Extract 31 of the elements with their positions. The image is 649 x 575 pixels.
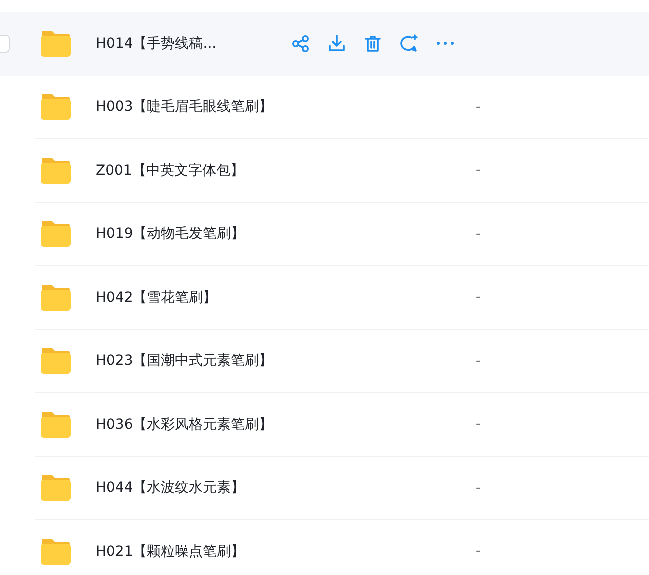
folder-name[interactable]: H003【睫毛眉毛眼线笔刷】	[96, 98, 396, 116]
column-value: -	[476, 480, 481, 496]
column-value: -	[476, 544, 481, 560]
share-button[interactable]	[290, 32, 312, 55]
more-icon	[436, 42, 454, 46]
share-icon	[291, 34, 311, 54]
column-value: -	[476, 163, 481, 178]
folder-name[interactable]: H044【水波纹水元素】	[96, 479, 396, 498]
folder-icon	[40, 156, 72, 185]
folder-icon	[40, 538, 72, 566]
column-value: -	[476, 417, 481, 432]
delete-icon	[363, 34, 383, 54]
download-icon	[327, 34, 347, 54]
folder-name[interactable]: H042【雪花笔刷】	[96, 288, 396, 307]
folder-name[interactable]: H021【颗粒噪点笔刷】	[96, 542, 396, 561]
folder-name[interactable]: Z001【中英文字体包】	[96, 162, 396, 180]
folder-icon	[40, 474, 72, 502]
folder-name[interactable]: H014【手势线稿...	[96, 34, 276, 53]
folder-icon	[40, 347, 72, 376]
folder-icon	[40, 284, 72, 312]
folder-name[interactable]: H019【动物毛发笔刷】	[96, 225, 396, 244]
folder-name[interactable]: H023【国潮中式元素笔刷】	[96, 352, 396, 370]
column-value: -	[476, 100, 481, 115]
folder-icon	[40, 410, 72, 439]
column-value: -	[476, 226, 481, 242]
column-value: -	[476, 290, 481, 306]
column-value: -	[476, 354, 481, 369]
folder-icon	[40, 30, 72, 58]
folder-name[interactable]: H036【水彩风格元素笔刷】	[96, 416, 396, 434]
folder-icon	[40, 220, 72, 248]
folder-icon	[40, 93, 72, 122]
